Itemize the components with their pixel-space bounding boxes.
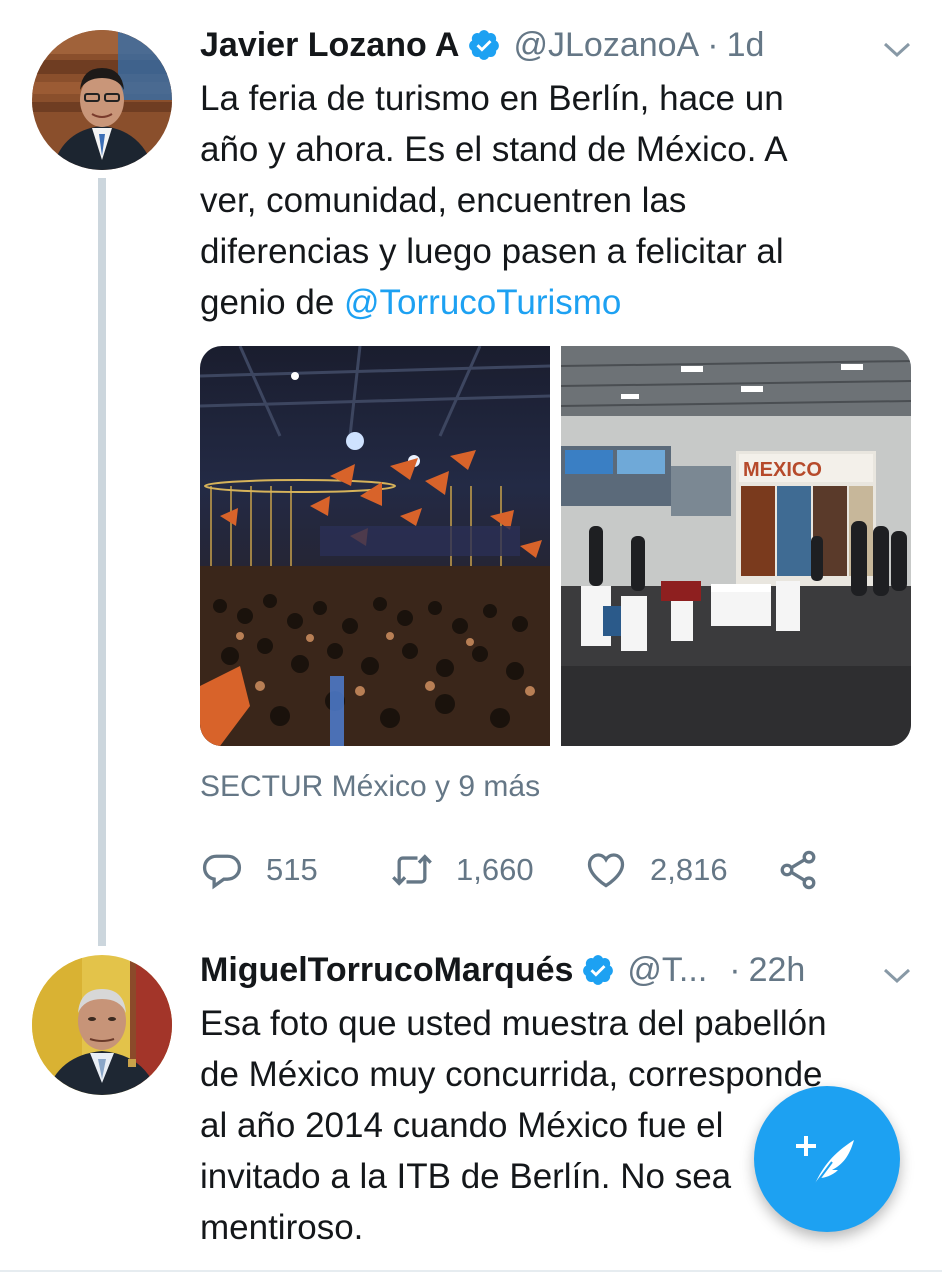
reply-icon: [202, 854, 242, 890]
tweet-media-grid: MEXICO: [200, 346, 911, 746]
thread-connector-line: [98, 178, 106, 946]
share-icon: [780, 850, 816, 890]
tweet-text-line: La feria de turismo en Berlín, hace un: [200, 79, 784, 118]
mexico-sign-text: MEXICO: [743, 459, 822, 481]
chevron-down-icon[interactable]: [882, 966, 912, 986]
retweet-icon: [392, 854, 432, 886]
author-handle[interactable]: @T...: [627, 951, 707, 990]
mention-link[interactable]: @TorrucoTurismo: [344, 283, 621, 322]
tweet-text-fragment: genio de: [200, 283, 345, 322]
avatar-miguel-torruco[interactable]: [32, 955, 172, 1095]
author-handle[interactable]: @JLozanoA: [513, 26, 699, 65]
heart-icon: [587, 853, 625, 888]
divider: [0, 1270, 942, 1272]
like-count: 2,816: [650, 852, 728, 887]
tweet-timestamp[interactable]: 1d: [727, 26, 765, 65]
tweet-timestamp[interactable]: 22h: [749, 951, 806, 990]
author-name[interactable]: Javier Lozano A: [200, 26, 459, 65]
tweet-text: La feria de turismo en Berlín, hace un a…: [200, 73, 900, 328]
tweet-actions: 515 1,660 2,816: [200, 840, 880, 900]
tweet-original[interactable]: Javier Lozano A @JLozanoA · 1d La feria …: [0, 0, 942, 950]
tweet-text-line: Esa foto que usted muestra del pabellón: [200, 1004, 827, 1043]
liked-by-text[interactable]: SECTUR México y 9 más: [200, 770, 540, 804]
compose-tweet-icon: [796, 1136, 854, 1187]
tweet-text-line-last: genio de @TorrucoTurismo: [200, 277, 900, 328]
tweet-text-line: ver, comunidad, encuentren las: [200, 181, 687, 220]
share-button[interactable]: [776, 840, 842, 900]
media-photo-crowd-2014[interactable]: [200, 346, 551, 746]
verified-badge-icon: [581, 953, 615, 987]
compose-tweet-button[interactable]: [754, 1086, 900, 1232]
avatar-javier-lozano[interactable]: [32, 30, 172, 170]
tweet-header: Javier Lozano A @JLozanoA · 1d: [200, 22, 764, 68]
media-photo-stand-now[interactable]: MEXICO: [560, 346, 911, 746]
reply-count: 515: [266, 852, 318, 887]
verified-badge-icon: [467, 28, 501, 62]
like-button[interactable]: 2,816: [584, 840, 728, 900]
reply-button[interactable]: 515: [200, 840, 318, 900]
separator-dot: ·: [729, 950, 741, 989]
retweet-count: 1,660: [456, 852, 534, 887]
author-name[interactable]: MiguelTorrucoMarqués: [200, 951, 573, 990]
retweet-button[interactable]: 1,660: [390, 840, 534, 900]
tweet-header: MiguelTorrucoMarqués @T... · 22h: [200, 947, 805, 993]
chevron-down-icon[interactable]: [882, 40, 912, 60]
separator-dot: ·: [707, 25, 719, 64]
tweet-text-line: año y ahora. Es el stand de México. A: [200, 130, 788, 169]
tweet-text-line: diferencias y luego pasen a felicitar al: [200, 232, 784, 271]
